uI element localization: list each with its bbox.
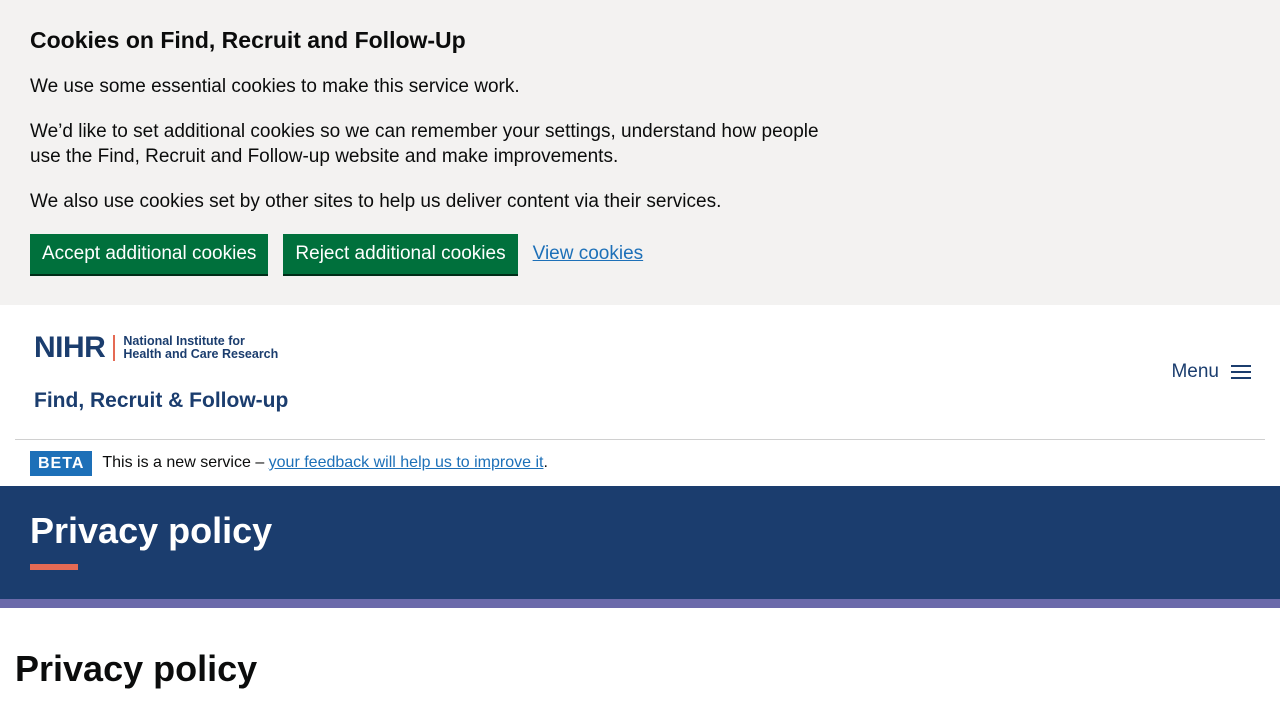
- beta-tag: BETA: [30, 450, 93, 476]
- view-cookies-link[interactable]: View cookies: [533, 243, 644, 265]
- hamburger-icon: [1231, 364, 1251, 380]
- accept-cookies-button[interactable]: Accept additional cookies: [30, 234, 269, 274]
- main-content: Privacy policy: [0, 608, 1280, 690]
- phase-text-after: .: [543, 454, 548, 471]
- reject-cookies-button[interactable]: Reject additional cookies: [283, 234, 518, 274]
- logo-subtitle-line2: Health and Care Research: [123, 347, 279, 361]
- cookie-banner-paragraph: We’d like to set additional cookies so w…: [30, 121, 819, 167]
- hero-accent-underline: [30, 564, 78, 570]
- menu-button[interactable]: Menu: [1171, 361, 1251, 383]
- phase-banner-text: This is a new service – your feedback wi…: [102, 454, 548, 472]
- hero-accent-strip: [0, 599, 1280, 608]
- cookie-banner-paragraph: We also use cookies set by other sites t…: [30, 191, 722, 212]
- phase-banner: BETA This is a new service – your feedba…: [0, 440, 1280, 486]
- hero-banner: Privacy policy: [0, 486, 1280, 599]
- menu-label: Menu: [1171, 361, 1219, 382]
- logo-row: NIHR National Institute for Health and C…: [34, 333, 288, 363]
- cookie-banner-paragraph: We use some essential cookies to make th…: [30, 76, 520, 97]
- logo-divider: [113, 335, 116, 361]
- cookie-banner-title: Cookies on Find, Recruit and Follow-Up: [30, 27, 466, 53]
- site-header: NIHR National Institute for Health and C…: [15, 305, 1265, 440]
- nihr-logo-mark: NIHR: [34, 331, 106, 364]
- page-heading: Privacy policy: [15, 648, 258, 689]
- hero-title: Privacy policy: [30, 510, 273, 551]
- logo-subtitle-line1: National Institute for: [123, 334, 245, 348]
- logo-subtitle: National Institute for Health and Care R…: [123, 335, 278, 361]
- cookie-banner: Cookies on Find, Recruit and Follow-Up W…: [0, 0, 1280, 305]
- service-name: Find, Recruit & Follow-up: [34, 389, 289, 412]
- feedback-link[interactable]: your feedback will help us to improve it: [269, 454, 544, 471]
- phase-text-before: This is a new service –: [102, 454, 269, 471]
- cookie-actions: Accept additional cookies Reject additio…: [30, 234, 1250, 274]
- nihr-logo[interactable]: NIHR National Institute for Health and C…: [34, 333, 288, 413]
